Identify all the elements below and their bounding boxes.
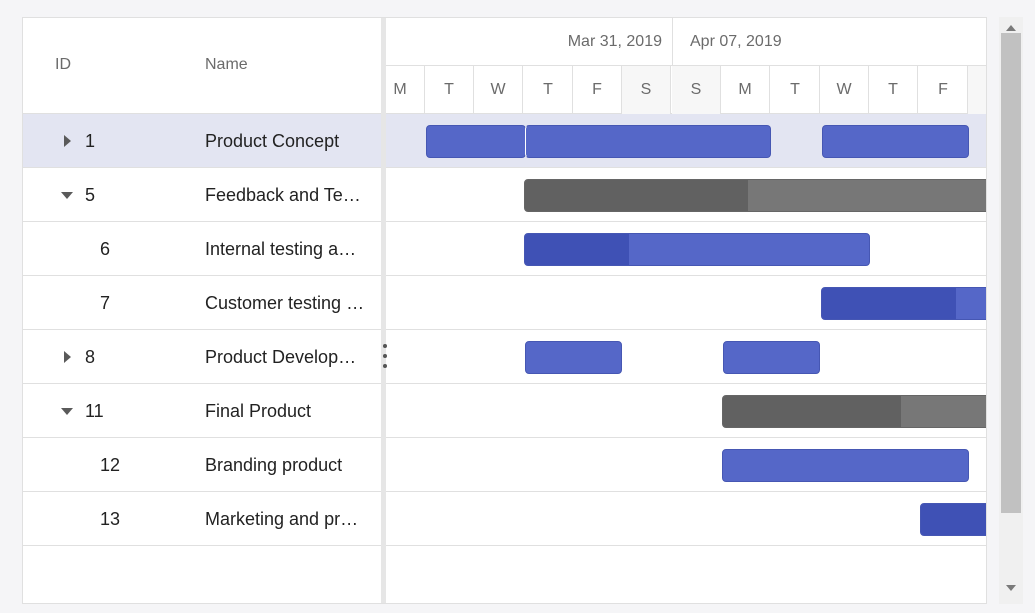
parent-task-bar[interactable] [524, 179, 986, 212]
timeline-top-tier: Mar 31, 2019 Apr 07, 2019 [386, 18, 986, 66]
task-bar-segment[interactable] [822, 125, 969, 158]
chart-area: Mar 31, 2019 Apr 07, 2019 M T W T F S S … [386, 18, 986, 603]
caret-down-icon [61, 407, 73, 415]
chart-row [386, 222, 986, 276]
timeline-day: T [425, 66, 474, 114]
caret-right-icon [63, 135, 71, 147]
timeline-day: F [573, 66, 622, 114]
cell-name: Product Concept [205, 131, 340, 151]
timeline-day: M [386, 66, 425, 114]
cell-name: Product Development [205, 347, 365, 367]
timeline-day: M [721, 66, 770, 114]
caret-right-icon [63, 351, 71, 363]
task-progress [921, 504, 986, 535]
cell-id: 12 [100, 455, 121, 475]
timeline-day: F [919, 66, 968, 114]
timeline-day: S [622, 66, 671, 114]
cell-name: Final Product [205, 401, 312, 421]
scroll-down-arrow-icon[interactable] [1006, 585, 1016, 591]
cell-name: Feedback and Testing [205, 185, 365, 205]
chart-row [386, 168, 986, 222]
expand-toggle[interactable] [61, 330, 73, 384]
task-bar-segment[interactable] [525, 125, 771, 158]
timeline-day: T [524, 66, 573, 114]
timeline-week: Apr 07, 2019 [672, 18, 986, 66]
scrollbar-thumb[interactable] [1001, 33, 1021, 513]
column-header-id[interactable]: ID [55, 56, 71, 74]
timeline-day: W [474, 66, 523, 114]
timeline-week: Mar 31, 2019 [386, 18, 670, 66]
task-bar[interactable] [426, 125, 526, 158]
task-bar[interactable] [524, 233, 870, 266]
gantt-chart: ID Name 1 Product Concept 5 Feedback and… [22, 17, 987, 604]
chart-row [386, 114, 986, 168]
cell-id: 11 [85, 401, 104, 421]
cell-id: 13 [100, 509, 121, 529]
cell-name: Internal testing and feedback [205, 239, 365, 259]
collapse-toggle[interactable] [61, 168, 73, 222]
table-row[interactable]: 6 Internal testing and feedback [23, 222, 382, 276]
timeline-bottom-tier: M T W T F S S M T W T F S [386, 66, 986, 114]
timeline-day: T [869, 66, 918, 114]
table-row[interactable]: 7 Customer testing and feedback [23, 276, 382, 330]
vertical-scrollbar[interactable] [999, 17, 1023, 604]
task-bar-segment[interactable] [723, 341, 820, 374]
table-row[interactable]: 13 Marketing and presales [23, 492, 382, 546]
timeline-week-label: Apr 07, 2019 [690, 33, 782, 50]
parent-task-progress [525, 180, 748, 211]
cell-name: Branding product [205, 455, 343, 475]
chart-row [386, 330, 986, 384]
cell-id: 6 [100, 239, 111, 259]
cell-id: 8 [85, 347, 96, 367]
timeline-day: T [771, 66, 820, 114]
cell-id: 5 [85, 185, 96, 205]
caret-down-icon [61, 191, 73, 199]
table-row[interactable]: 5 Feedback and Testing [23, 168, 382, 222]
expand-toggle[interactable] [61, 114, 73, 168]
task-bar[interactable] [821, 287, 986, 320]
chart-row [386, 384, 986, 438]
table-row[interactable]: 1 Product Concept [23, 114, 382, 168]
task-progress [525, 234, 629, 265]
timeline-day: W [820, 66, 869, 114]
timeline-day: S [968, 66, 986, 114]
collapse-toggle[interactable] [61, 384, 73, 438]
scroll-up-arrow-icon[interactable] [1006, 25, 1016, 31]
timeline-week-label: Mar 31, 2019 [567, 33, 662, 50]
cell-id: 7 [100, 293, 111, 313]
table-row[interactable]: 8 Product Development [23, 330, 382, 384]
table-row[interactable]: 12 Branding product [23, 438, 382, 492]
timeline-day: S [672, 66, 721, 114]
task-progress [822, 288, 956, 319]
task-bar[interactable] [722, 449, 969, 482]
chart-row [386, 276, 986, 330]
column-header-name[interactable]: Name [205, 56, 248, 74]
task-bar[interactable] [920, 503, 986, 536]
chart-row [386, 438, 986, 492]
table-row[interactable]: 11 Final Product [23, 384, 382, 438]
task-bar-segment[interactable] [525, 341, 622, 374]
cell-name: Marketing and presales [205, 509, 365, 529]
grid-header: ID Name [23, 18, 382, 114]
parent-task-progress [723, 396, 901, 427]
parent-task-bar[interactable] [722, 395, 986, 428]
cell-name: Customer testing and feedback [205, 293, 365, 313]
chart-row [386, 492, 986, 546]
task-grid: ID Name 1 Product Concept 5 Feedback and… [23, 18, 382, 603]
cell-id: 1 [85, 131, 96, 151]
